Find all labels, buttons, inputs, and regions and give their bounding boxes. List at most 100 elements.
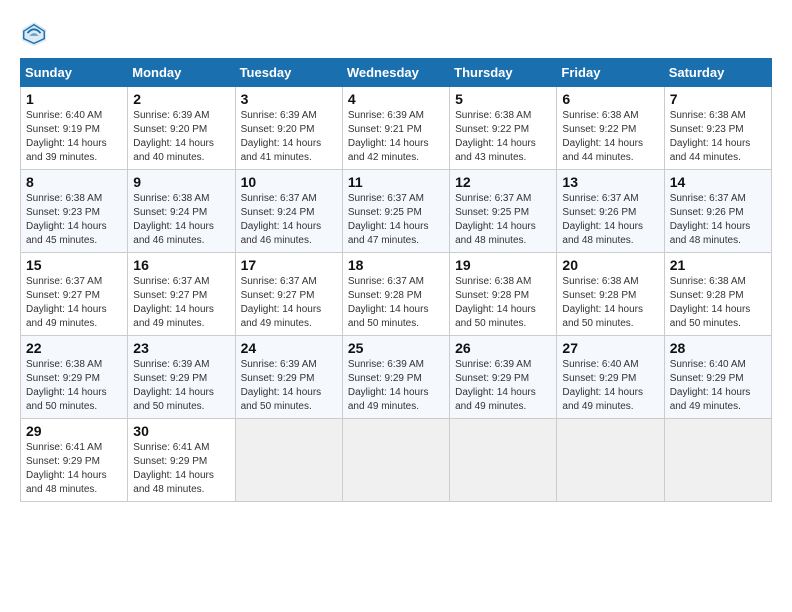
day-info: Sunrise: 6:38 AMSunset: 9:23 PMDaylight:… (670, 109, 766, 165)
day-number: 14 (670, 174, 766, 190)
day-info: Sunrise: 6:38 AMSunset: 9:28 PMDaylight:… (562, 275, 658, 331)
calendar-cell: 27 Sunrise: 6:40 AMSunset: 9:29 PMDayligh… (557, 336, 664, 419)
calendar-cell: 14 Sunrise: 6:37 AMSunset: 9:26 PMDayligh… (664, 170, 771, 253)
calendar-week-row: 15 Sunrise: 6:37 AMSunset: 9:27 PMDayligh… (21, 253, 772, 336)
calendar-week-row: 29Sunrise: 6:41 AMSunset: 9:29 PMDayligh… (21, 419, 772, 502)
day-number: 13 (562, 174, 658, 190)
day-info: Sunrise: 6:40 AMSunset: 9:19 PMDaylight:… (26, 109, 122, 165)
calendar-cell: 12 Sunrise: 6:37 AMSunset: 9:25 PMDayligh… (450, 170, 557, 253)
calendar-cell: 10 Sunrise: 6:37 AMSunset: 9:24 PMDayligh… (235, 170, 342, 253)
calendar-week-row: 8 Sunrise: 6:38 AMSunset: 9:23 PMDaylight… (21, 170, 772, 253)
day-info: Sunrise: 6:40 AMSunset: 9:29 PMDaylight:… (562, 358, 658, 414)
day-info: Sunrise: 6:37 AMSunset: 9:28 PMDaylight:… (348, 275, 444, 331)
calendar-cell: 4 Sunrise: 6:39 AMSunset: 9:21 PMDaylight… (342, 87, 449, 170)
general-blue-icon (20, 20, 48, 48)
day-info: Sunrise: 6:38 AMSunset: 9:22 PMDaylight:… (455, 109, 551, 165)
calendar-cell: 24 Sunrise: 6:39 AMSunset: 9:29 PMDayligh… (235, 336, 342, 419)
day-number: 5 (455, 91, 551, 107)
day-number: 18 (348, 257, 444, 273)
day-info: Sunrise: 6:38 AMSunset: 9:28 PMDaylight:… (670, 275, 766, 331)
day-number: 8 (26, 174, 122, 190)
calendar-cell: 15 Sunrise: 6:37 AMSunset: 9:27 PMDayligh… (21, 253, 128, 336)
day-number: 25 (348, 340, 444, 356)
day-number: 22 (26, 340, 122, 356)
day-info: Sunrise: 6:41 AMSunset: 9:29 PMDaylight:… (133, 441, 229, 497)
day-number: 3 (241, 91, 337, 107)
weekday-header-row: SundayMondayTuesdayWednesdayThursdayFrid… (21, 59, 772, 87)
weekday-header-sunday: Sunday (21, 59, 128, 87)
day-number: 11 (348, 174, 444, 190)
day-number: 16 (133, 257, 229, 273)
weekday-header-monday: Monday (128, 59, 235, 87)
day-number: 28 (670, 340, 766, 356)
day-info: Sunrise: 6:37 AMSunset: 9:26 PMDaylight:… (670, 192, 766, 248)
day-info: Sunrise: 6:37 AMSunset: 9:26 PMDaylight:… (562, 192, 658, 248)
calendar-cell: 22 Sunrise: 6:38 AMSunset: 9:29 PMDayligh… (21, 336, 128, 419)
calendar-cell: 9 Sunrise: 6:38 AMSunset: 9:24 PMDaylight… (128, 170, 235, 253)
day-info: Sunrise: 6:39 AMSunset: 9:20 PMDaylight:… (133, 109, 229, 165)
day-number: 10 (241, 174, 337, 190)
day-info: Sunrise: 6:38 AMSunset: 9:23 PMDaylight:… (26, 192, 122, 248)
day-number: 17 (241, 257, 337, 273)
day-info: Sunrise: 6:37 AMSunset: 9:25 PMDaylight:… (348, 192, 444, 248)
calendar-cell: 17Sunrise: 6:37 AMSunset: 9:27 PMDayligh… (235, 253, 342, 336)
day-info: Sunrise: 6:37 AMSunset: 9:24 PMDaylight:… (241, 192, 337, 248)
day-info: Sunrise: 6:37 AMSunset: 9:27 PMDaylight:… (26, 275, 122, 331)
day-info: Sunrise: 6:38 AMSunset: 9:29 PMDaylight:… (26, 358, 122, 414)
calendar-cell: 26Sunrise: 6:39 AMSunset: 9:29 PMDayligh… (450, 336, 557, 419)
calendar-cell: 5 Sunrise: 6:38 AMSunset: 9:22 PMDaylight… (450, 87, 557, 170)
logo (20, 20, 50, 48)
calendar-cell (342, 419, 449, 502)
day-info: Sunrise: 6:39 AMSunset: 9:21 PMDaylight:… (348, 109, 444, 165)
day-info: Sunrise: 6:38 AMSunset: 9:24 PMDaylight:… (133, 192, 229, 248)
day-number: 9 (133, 174, 229, 190)
day-number: 30 (133, 423, 229, 439)
calendar-cell: 20 Sunrise: 6:38 AMSunset: 9:28 PMDayligh… (557, 253, 664, 336)
day-info: Sunrise: 6:39 AMSunset: 9:29 PMDaylight:… (133, 358, 229, 414)
calendar-cell: 18 Sunrise: 6:37 AMSunset: 9:28 PMDayligh… (342, 253, 449, 336)
day-info: Sunrise: 6:37 AMSunset: 9:27 PMDaylight:… (133, 275, 229, 331)
day-number: 24 (241, 340, 337, 356)
calendar-cell: 1 Sunrise: 6:40 AMSunset: 9:19 PMDaylight… (21, 87, 128, 170)
calendar-cell: 19 Sunrise: 6:38 AMSunset: 9:28 PMDayligh… (450, 253, 557, 336)
day-info: Sunrise: 6:37 AMSunset: 9:25 PMDaylight:… (455, 192, 551, 248)
weekday-header-wednesday: Wednesday (342, 59, 449, 87)
day-number: 15 (26, 257, 122, 273)
page-header (20, 20, 772, 48)
calendar-cell (450, 419, 557, 502)
day-number: 12 (455, 174, 551, 190)
day-info: Sunrise: 6:38 AMSunset: 9:28 PMDaylight:… (455, 275, 551, 331)
day-number: 4 (348, 91, 444, 107)
calendar-cell: 28 Sunrise: 6:40 AMSunset: 9:29 PMDayligh… (664, 336, 771, 419)
day-number: 2 (133, 91, 229, 107)
calendar-cell: 21Sunrise: 6:38 AMSunset: 9:28 PMDayligh… (664, 253, 771, 336)
day-info: Sunrise: 6:40 AMSunset: 9:29 PMDaylight:… (670, 358, 766, 414)
weekday-header-friday: Friday (557, 59, 664, 87)
day-info: Sunrise: 6:39 AMSunset: 9:29 PMDaylight:… (348, 358, 444, 414)
calendar-table: SundayMondayTuesdayWednesdayThursdayFrid… (20, 58, 772, 502)
day-number: 7 (670, 91, 766, 107)
calendar-week-row: 1 Sunrise: 6:40 AMSunset: 9:19 PMDaylight… (21, 87, 772, 170)
calendar-cell (235, 419, 342, 502)
weekday-header-tuesday: Tuesday (235, 59, 342, 87)
calendar-week-row: 22 Sunrise: 6:38 AMSunset: 9:29 PMDayligh… (21, 336, 772, 419)
day-number: 26 (455, 340, 551, 356)
calendar-cell (557, 419, 664, 502)
day-number: 27 (562, 340, 658, 356)
calendar-cell: 8 Sunrise: 6:38 AMSunset: 9:23 PMDaylight… (21, 170, 128, 253)
day-number: 6 (562, 91, 658, 107)
day-info: Sunrise: 6:38 AMSunset: 9:22 PMDaylight:… (562, 109, 658, 165)
calendar-cell: 11 Sunrise: 6:37 AMSunset: 9:25 PMDayligh… (342, 170, 449, 253)
weekday-header-saturday: Saturday (664, 59, 771, 87)
day-number: 20 (562, 257, 658, 273)
calendar-cell: 13 Sunrise: 6:37 AMSunset: 9:26 PMDayligh… (557, 170, 664, 253)
calendar-cell: 3Sunrise: 6:39 AMSunset: 9:20 PMDaylight… (235, 87, 342, 170)
day-info: Sunrise: 6:41 AMSunset: 9:29 PMDaylight:… (26, 441, 122, 497)
day-info: Sunrise: 6:39 AMSunset: 9:29 PMDaylight:… (241, 358, 337, 414)
day-number: 1 (26, 91, 122, 107)
day-number: 23 (133, 340, 229, 356)
calendar-cell: 16 Sunrise: 6:37 AMSunset: 9:27 PMDayligh… (128, 253, 235, 336)
calendar-cell: 7 Sunrise: 6:38 AMSunset: 9:23 PMDaylight… (664, 87, 771, 170)
logo-inner (20, 20, 50, 48)
day-number: 19 (455, 257, 551, 273)
